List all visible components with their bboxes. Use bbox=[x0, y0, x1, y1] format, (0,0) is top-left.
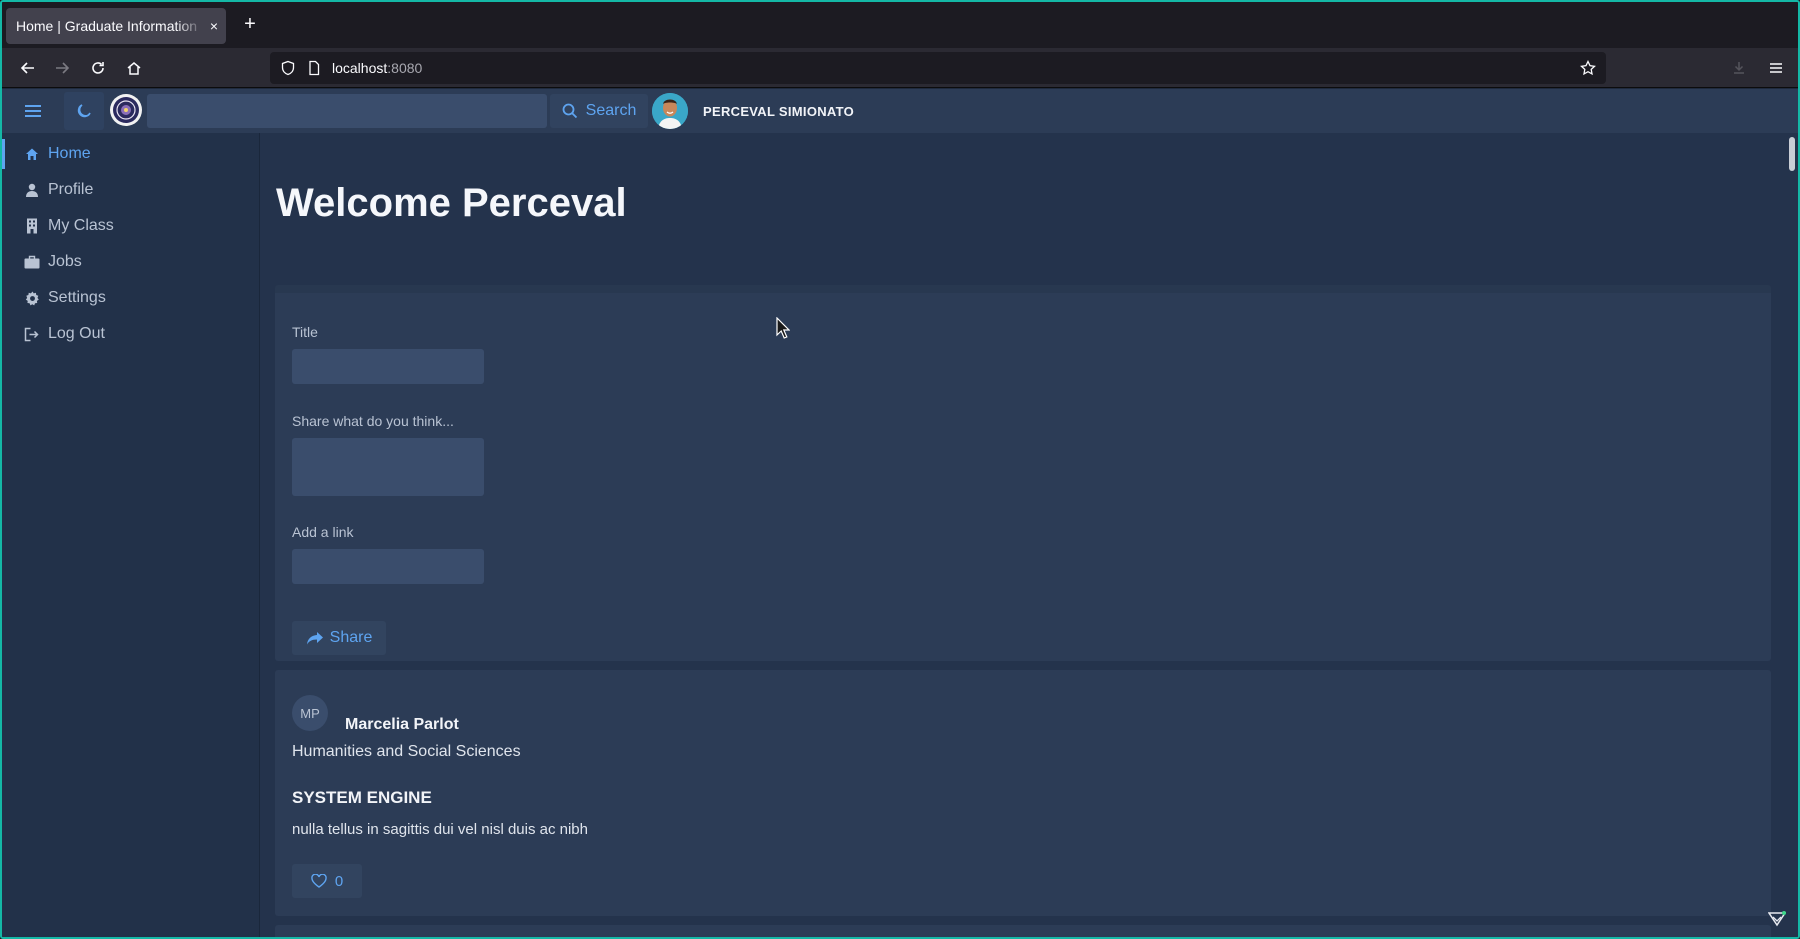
browser-window: Home | Graduate Information × + localhos… bbox=[0, 0, 1800, 939]
home-icon bbox=[24, 146, 40, 162]
sidebar-item-home[interactable]: Home bbox=[2, 139, 260, 169]
share-button[interactable]: Share bbox=[292, 621, 386, 655]
url-port: :8080 bbox=[387, 60, 423, 76]
sidebar-item-settings[interactable]: Settings bbox=[2, 283, 260, 313]
url-bar[interactable]: localhost:8080 bbox=[270, 52, 1606, 84]
devtools-badge-icon[interactable] bbox=[1768, 911, 1786, 927]
briefcase-icon bbox=[24, 254, 40, 270]
post-title: SYSTEM ENGINE bbox=[292, 788, 432, 807]
post-body: nulla tellus in sagittis dui vel nisl du… bbox=[292, 821, 588, 838]
page-icon bbox=[309, 60, 320, 76]
page-title: Welcome Perceval bbox=[276, 181, 627, 225]
search-button-label: Search bbox=[585, 102, 637, 119]
like-count: 0 bbox=[334, 872, 344, 890]
tab-title: Home | Graduate Information bbox=[16, 18, 198, 34]
bookmark-star-icon[interactable] bbox=[1580, 60, 1596, 76]
post-card: MP Marcelia Parlot Humanities and Social… bbox=[275, 670, 1771, 916]
post-form-card: Title Share what do you think... Add a l… bbox=[275, 285, 1771, 661]
tab-close-icon[interactable]: × bbox=[210, 18, 218, 34]
link-input[interactable] bbox=[292, 549, 484, 584]
building-icon bbox=[24, 218, 40, 234]
title-label: Title bbox=[292, 324, 318, 340]
share-button-label: Share bbox=[329, 629, 373, 646]
like-button[interactable]: 0 bbox=[292, 864, 362, 898]
url-host: localhost bbox=[332, 60, 388, 76]
new-tab-button[interactable]: + bbox=[238, 12, 262, 36]
user-name[interactable]: PERCEVAL SIMIONATO bbox=[703, 104, 854, 119]
sidebar-item-log-out[interactable]: Log Out bbox=[2, 319, 260, 349]
app-header: Search PERCEVAL SIMIONATO bbox=[2, 89, 1798, 133]
app-menu-icon[interactable] bbox=[1764, 56, 1788, 80]
thoughts-label: Share what do you think... bbox=[292, 413, 454, 429]
scrollbar[interactable] bbox=[1784, 133, 1798, 937]
sidebar-item-label: Log Out bbox=[48, 325, 105, 342]
user-avatar[interactable] bbox=[652, 93, 688, 129]
back-icon[interactable] bbox=[16, 56, 40, 80]
author-avatar[interactable]: MP bbox=[292, 695, 328, 731]
post-card-next bbox=[275, 925, 1771, 937]
app-viewport: Search PERCEVAL SIMIONATO Home Profile M… bbox=[2, 89, 1798, 937]
home-browser-icon[interactable] bbox=[122, 56, 146, 80]
sidebar: Home Profile My Class Jobs Settings Log … bbox=[2, 133, 260, 937]
moon-icon bbox=[77, 104, 91, 118]
mouse-cursor-icon bbox=[776, 317, 790, 339]
browser-toolbar: localhost:8080 bbox=[2, 48, 1798, 88]
sidebar-item-label: Profile bbox=[48, 181, 94, 198]
search-button[interactable]: Search bbox=[550, 94, 648, 128]
search-input[interactable] bbox=[147, 94, 547, 128]
user-icon bbox=[24, 182, 40, 198]
sidebar-item-profile[interactable]: Profile bbox=[2, 175, 260, 205]
reload-icon[interactable] bbox=[86, 56, 110, 80]
share-icon bbox=[306, 632, 323, 645]
shield-icon[interactable] bbox=[280, 60, 296, 76]
main-content: Welcome Perceval Title Share what do you… bbox=[261, 133, 1784, 937]
university-logo[interactable] bbox=[110, 94, 142, 126]
title-input[interactable] bbox=[292, 349, 484, 384]
sidebar-item-label: Settings bbox=[48, 289, 106, 306]
sidebar-item-label: Home bbox=[48, 145, 91, 162]
sidebar-item-label: My Class bbox=[48, 217, 114, 234]
scrollbar-thumb[interactable] bbox=[1789, 137, 1795, 171]
forward-icon[interactable] bbox=[50, 56, 74, 80]
tab-bar: Home | Graduate Information × + bbox=[2, 2, 1798, 48]
thoughts-textarea[interactable] bbox=[292, 438, 484, 496]
heart-icon bbox=[311, 874, 327, 888]
post-author[interactable]: Marcelia Parlot bbox=[345, 716, 459, 734]
link-label: Add a link bbox=[292, 524, 354, 540]
dark-mode-toggle[interactable] bbox=[64, 92, 104, 130]
search-icon bbox=[562, 103, 577, 119]
browser-tab[interactable]: Home | Graduate Information × bbox=[6, 8, 226, 44]
sidebar-item-jobs[interactable]: Jobs bbox=[2, 247, 260, 277]
url-text[interactable]: localhost:8080 bbox=[332, 60, 422, 76]
logout-icon bbox=[24, 326, 40, 342]
gear-icon bbox=[24, 290, 40, 306]
hamburger-menu-icon[interactable] bbox=[20, 99, 46, 123]
post-department: Humanities and Social Sciences bbox=[292, 743, 521, 760]
download-icon[interactable] bbox=[1727, 56, 1751, 80]
sidebar-item-my-class[interactable]: My Class bbox=[2, 211, 260, 241]
sidebar-item-label: Jobs bbox=[48, 253, 82, 270]
